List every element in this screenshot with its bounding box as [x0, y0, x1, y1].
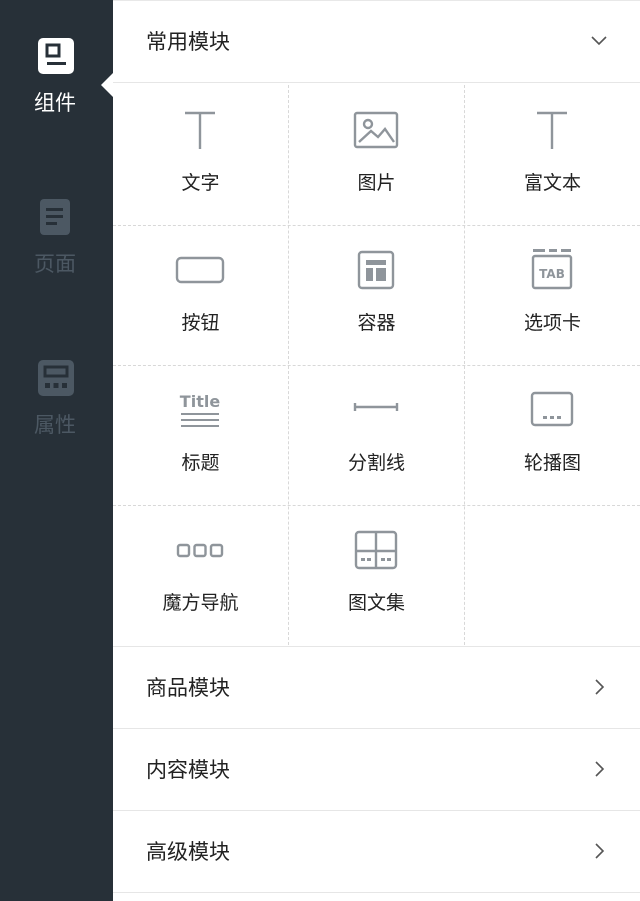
- component-container[interactable]: 容器: [289, 225, 464, 365]
- component-text[interactable]: 文字: [113, 85, 288, 225]
- button-icon: [175, 256, 225, 284]
- component-label: 选项卡: [523, 312, 581, 334]
- sidebar-item-label: 页面: [34, 252, 76, 276]
- component-label: 容器: [357, 312, 396, 334]
- component-label: 图文集: [347, 592, 405, 614]
- section-goods-header[interactable]: 商品模块: [113, 647, 640, 729]
- component-label: 富文本: [523, 172, 581, 194]
- image-icon: [353, 111, 399, 149]
- chevron-right-icon: [595, 679, 605, 695]
- section-common-header[interactable]: 常用模块: [113, 1, 640, 83]
- sidebar: 组件 页面 属性: [0, 0, 113, 901]
- component-label: 按钮: [181, 312, 220, 334]
- sidebar-item-label: 组件: [34, 91, 76, 115]
- component-tab[interactable]: TAB 选项卡: [465, 225, 640, 365]
- component-label: 分割线: [347, 452, 405, 474]
- divider-icon: [353, 403, 399, 411]
- section-title: 商品模块: [146, 676, 230, 700]
- sidebar-item-page[interactable]: 页面: [0, 199, 113, 309]
- container-icon: [357, 250, 395, 290]
- component-carousel[interactable]: 轮播图: [465, 365, 640, 505]
- svg-text:TAB: TAB: [539, 267, 565, 281]
- svg-text:Title: Title: [180, 392, 221, 411]
- page-icon: [40, 199, 70, 235]
- component-title[interactable]: Title 标题: [113, 365, 288, 505]
- rich-text-icon: [537, 111, 567, 149]
- component-divider[interactable]: 分割线: [289, 365, 464, 505]
- section-title: 常用模块: [146, 30, 230, 54]
- component-image-text[interactable]: 图文集: [289, 505, 464, 645]
- active-indicator: [101, 73, 113, 97]
- tab-icon: TAB: [531, 249, 573, 290]
- section-advanced-header[interactable]: 高级模块: [113, 811, 640, 893]
- component-icon: [38, 38, 74, 74]
- carousel-icon: [530, 391, 574, 427]
- component-button[interactable]: 按钮: [113, 225, 288, 365]
- chevron-down-icon: [591, 36, 607, 46]
- component-label: 图片: [357, 172, 396, 194]
- cube-nav-icon: [176, 543, 224, 558]
- section-content-header[interactable]: 内容模块: [113, 729, 640, 811]
- component-image[interactable]: 图片: [289, 85, 464, 225]
- component-label: 轮播图: [523, 452, 581, 474]
- text-icon: [185, 111, 215, 149]
- component-label: 魔方导航: [162, 592, 239, 614]
- sidebar-item-components[interactable]: 组件: [0, 38, 113, 148]
- section-title: 内容模块: [146, 758, 230, 782]
- title-icon: Title: [180, 392, 221, 427]
- image-text-icon: [354, 530, 398, 570]
- component-cube-nav[interactable]: 魔方导航: [113, 505, 288, 645]
- chevron-right-icon: [595, 843, 605, 859]
- sidebar-item-property[interactable]: 属性: [0, 360, 113, 470]
- chevron-right-icon: [595, 761, 605, 777]
- component-rich-text[interactable]: 富文本: [465, 85, 640, 225]
- component-panel: 常用模块 文字 图片 富文本 按钮 容器 TAB 选项卡 Title 标题 分割…: [113, 0, 640, 901]
- sidebar-item-label: 属性: [34, 413, 76, 437]
- property-icon: [38, 360, 74, 396]
- component-label: 文字: [181, 172, 220, 194]
- component-label: 标题: [181, 452, 220, 474]
- section-title: 高级模块: [146, 840, 230, 864]
- component-grid: 文字 图片 富文本 按钮 容器 TAB 选项卡 Title 标题 分割线 轮播图…: [113, 85, 640, 647]
